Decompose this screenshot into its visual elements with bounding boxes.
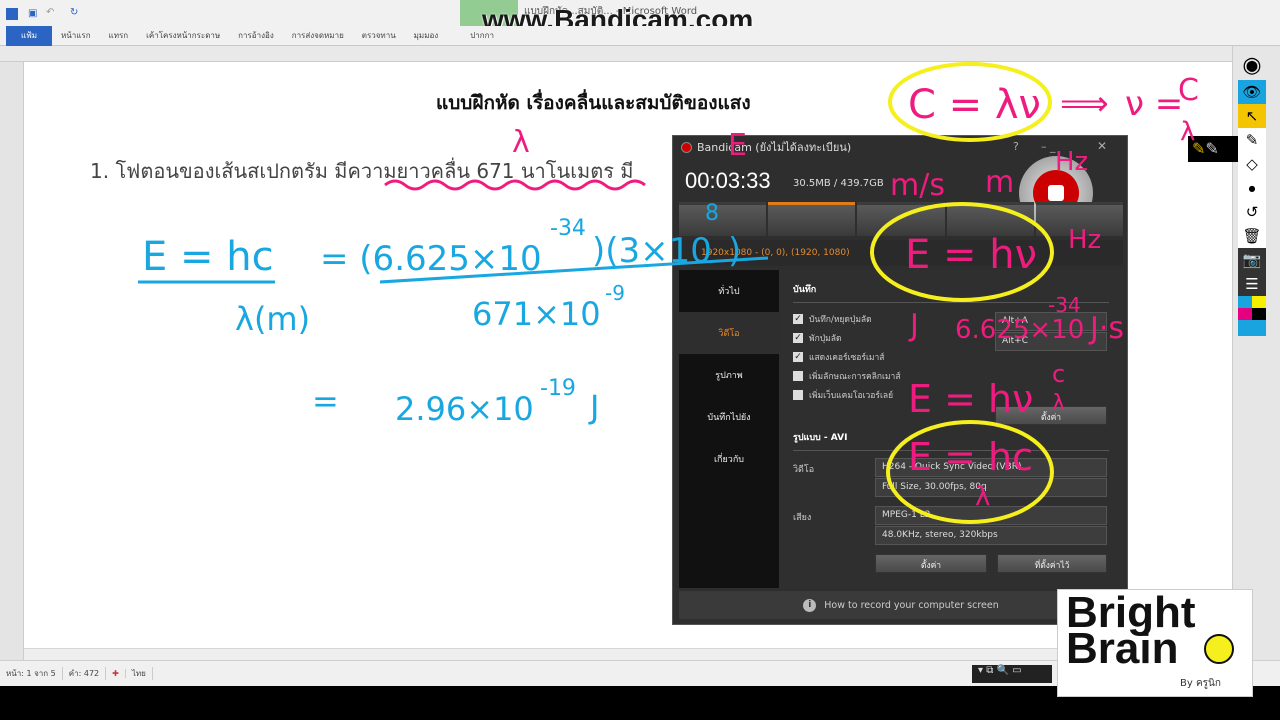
question-1: 1. โฟตอนของเส้นสเปกตรัม มีความยาวคลื่น 6… xyxy=(90,159,634,183)
bandicam-window: Bandicam (ยังไม่ได้ลงทะเบียน) ? – _ ✕ 00… xyxy=(672,135,1128,625)
mode-tabs xyxy=(679,202,1124,236)
hdmi-mode-tab[interactable] xyxy=(857,202,945,236)
ribbon-tab[interactable]: ตรวจทาน xyxy=(353,29,405,42)
horizontal-scrollbar[interactable] xyxy=(24,648,1232,660)
help-icon[interactable]: ? xyxy=(1013,140,1019,153)
page-count[interactable]: หน้า: 1 จาก 5 xyxy=(0,667,63,680)
close-button[interactable]: ✕ xyxy=(1097,139,1107,153)
bandicam-logo-icon xyxy=(681,141,692,153)
word-count[interactable]: คำ: 472 xyxy=(63,667,107,680)
highlighter-icon[interactable]: ✎ xyxy=(1238,128,1266,152)
file-size: 30.5MB / 439.7GB xyxy=(793,178,884,189)
format-settings-button[interactable]: ตั้งค่า xyxy=(875,554,987,573)
language[interactable]: ไทย xyxy=(126,667,153,680)
word-icon xyxy=(6,8,18,20)
vertical-ruler xyxy=(0,62,24,660)
ribbon-tabs: แฟ้ม หน้าแรก แทรก เค้าโครงหน้ากระดาษ การ… xyxy=(0,25,1280,46)
undo-icon[interactable]: ↶ xyxy=(46,7,54,18)
video-detail: Full Size, 30.00fps, 80q xyxy=(875,478,1107,497)
document-heading: แบบฝึกหัด เรื่องคลื่นและสมบัติของแสง xyxy=(436,92,751,114)
logo-line2: Brain xyxy=(1066,624,1179,673)
brightbrain-logo: Bright Brain By ครูนิก xyxy=(1057,589,1253,697)
ribbon-tab-pen[interactable]: ปากกา xyxy=(461,29,503,42)
presets-button[interactable]: ที่ตั้งค่าไว้ xyxy=(997,554,1107,573)
sidebar-item-output[interactable]: บันทึกไปยัง xyxy=(679,396,779,438)
bandicam-titlebar: Bandicam (ยังไม่ได้ลงทะเบียน) ? – _ ✕ xyxy=(673,136,1127,158)
clock-bulb-icon xyxy=(1204,634,1234,664)
sidebar-item-about[interactable]: เกี่ยวกับ xyxy=(679,438,779,480)
marker-icon[interactable]: ✎ xyxy=(1205,139,1218,158)
redo-icon[interactable]: ↻ xyxy=(70,7,78,18)
ribbon-tab[interactable]: หน้าแรก xyxy=(52,29,100,42)
record-section-title: บันทึก xyxy=(793,282,1109,303)
pen-type-popup[interactable]: ✎✎ xyxy=(1188,136,1238,162)
screen-mode-tab[interactable] xyxy=(768,202,856,236)
pen-icon[interactable]: ◉ xyxy=(1238,50,1266,80)
proofing-icon[interactable]: ✚ xyxy=(106,669,126,678)
ribbon-tab[interactable]: มุมมอง xyxy=(405,29,448,42)
audio-detail: 48.0KHz, stereo, 320kbps xyxy=(875,526,1107,545)
ribbon-tab[interactable]: แทรก xyxy=(100,29,138,42)
eye-icon[interactable]: 👁 xyxy=(1238,80,1266,104)
video-label: วิดีโอ xyxy=(793,465,815,475)
ribbon-tab[interactable]: เค้าโครงหน้ากระดาษ xyxy=(137,29,229,42)
eraser-icon[interactable]: ◇ xyxy=(1238,152,1266,176)
ribbon-tab[interactable]: การส่งจดหมาย xyxy=(283,29,353,42)
screenshot-tab[interactable] xyxy=(1035,202,1124,236)
folder-tab[interactable] xyxy=(946,202,1034,236)
record-settings-button[interactable]: ตั้งค่า xyxy=(995,406,1107,425)
hotkey-record-field[interactable]: Alt+A xyxy=(995,312,1107,331)
save-icon[interactable]: ▣ xyxy=(28,8,37,19)
cursor-icon[interactable]: ↖ xyxy=(1238,104,1266,128)
game-mode-tab[interactable] xyxy=(679,202,767,236)
ribbon-tab[interactable]: การอ้างอิง xyxy=(229,29,283,42)
sidebar-item-video[interactable]: วิดีโอ xyxy=(679,312,779,354)
presentation-controls[interactable]: ▾ ⧉ 🔍 ▭ xyxy=(972,665,1052,683)
sidebar-item-general[interactable]: ทั่วไป xyxy=(679,270,779,312)
undo-icon[interactable]: ↺ xyxy=(1238,200,1266,224)
checkbox-webcam-overlay[interactable]: เพิ่มเว็บแคมโอเวอร์เลย์ xyxy=(793,385,1109,404)
sidebar-item-image[interactable]: รูปภาพ xyxy=(679,354,779,396)
record-timer: 00:03:33 xyxy=(685,168,771,193)
color-palette[interactable] xyxy=(1238,296,1266,336)
info-icon: i xyxy=(803,598,817,612)
video-settings: บันทึก ✓ บันทึก/หยุดปุ่มลัด ✓ พักปุ่มลัด ✓… xyxy=(779,270,1123,588)
minimize-button[interactable]: – _ xyxy=(1041,140,1056,153)
audio-codec: MPEG-1 L2 xyxy=(875,506,1107,525)
bandicam-title: Bandicam (ยังไม่ได้ลงทะเบียน) xyxy=(697,141,852,154)
horizontal-ruler xyxy=(0,46,1280,62)
title-bar: ▣ ↶ ↻ แบบฝึกหัด...สมบัติ... - Microsoft … xyxy=(0,0,1280,46)
trash-icon[interactable]: 🗑 xyxy=(1238,224,1266,248)
checkbox-click-effect[interactable]: เพิ่มลักษณะการคลิกเมาส์ xyxy=(793,366,1109,385)
pen-toolbar: ◉ 👁 ↖ ✎ ◇ ● ↺ 🗑 📷 ☰ xyxy=(1238,50,1266,366)
stop-icon xyxy=(1048,185,1064,201)
page-icon[interactable]: ☰ xyxy=(1238,272,1266,296)
capture-area[interactable]: 1920x1080 - (0, 0), (1920, 1080) xyxy=(679,240,1123,266)
logo-byline: By ครูนิก xyxy=(1180,678,1221,689)
bandicam-sidebar: ทั่วไป วิดีโอ รูปภาพ บันทึกไปยัง เกี่ยวก… xyxy=(679,270,779,588)
format-section-title: รูปแบบ - AVI xyxy=(793,430,1109,451)
file-tab[interactable]: แฟ้ม xyxy=(6,25,52,46)
video-codec: H264 - Quick Sync Video (VBR) xyxy=(875,458,1107,477)
hotkey-pause-field[interactable]: Alt+C xyxy=(995,332,1107,351)
dot-size-icon[interactable]: ● xyxy=(1238,176,1266,200)
camera-icon[interactable]: 📷 xyxy=(1238,248,1266,272)
audio-label: เสียง xyxy=(793,513,812,523)
